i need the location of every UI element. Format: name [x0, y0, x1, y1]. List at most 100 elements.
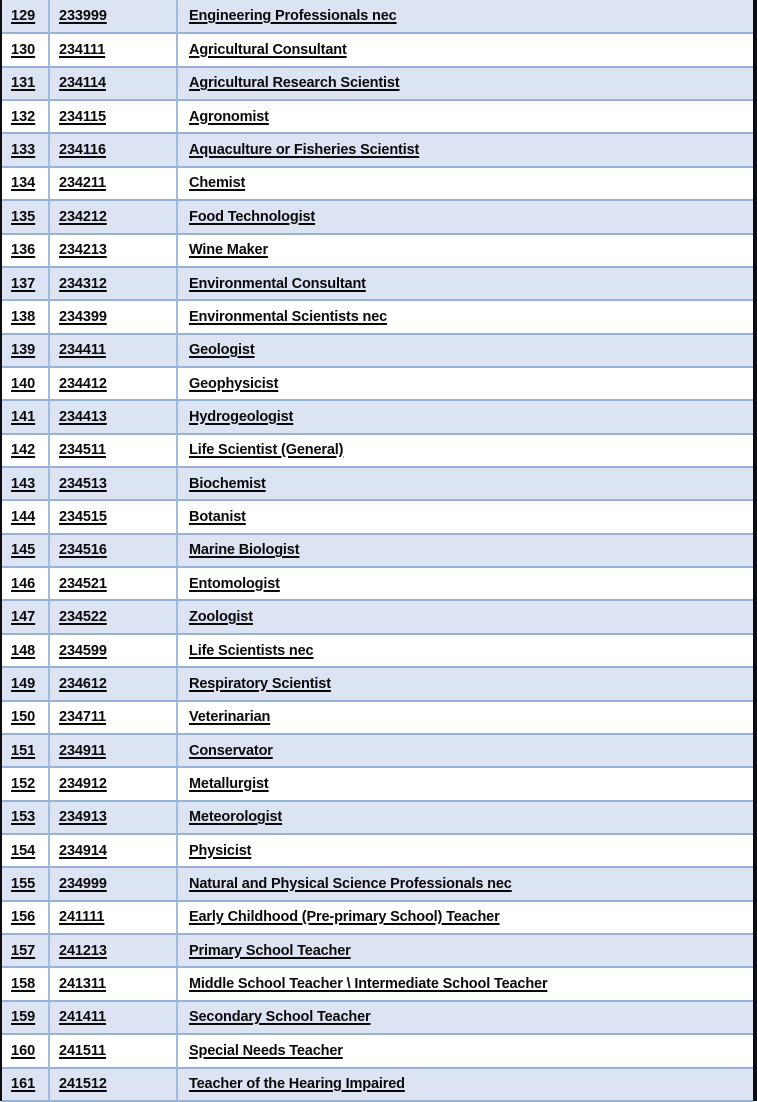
occupation-title-link[interactable]: Meteorologist	[189, 809, 282, 825]
occupation-title-link[interactable]: Agronomist	[189, 109, 269, 125]
occupation-code-link[interactable]: 234114	[59, 75, 106, 91]
occupation-code-cell[interactable]: 234522	[49, 600, 178, 635]
table-row[interactable]: 152 234912 Metallurgist	[2, 767, 753, 802]
occupation-title-cell[interactable]: Environmental Scientists nec	[177, 300, 753, 335]
row-index-cell[interactable]: 140	[2, 366, 50, 402]
occupation-title-cell[interactable]: Life Scientists nec	[177, 633, 753, 669]
table-row[interactable]: 130 234111 Agricultural Consultant	[2, 33, 753, 68]
occupation-code-cell[interactable]: 234411	[49, 333, 178, 368]
occupation-title-link[interactable]: Engineering Professionals nec	[189, 8, 397, 24]
row-index-cell[interactable]: 147	[2, 600, 50, 635]
row-index-text[interactable]: 148	[11, 643, 35, 659]
row-index-cell[interactable]: 144	[2, 500, 50, 535]
table-row[interactable]: 144 234515 Botanist	[2, 500, 753, 535]
row-index-text[interactable]: 161	[11, 1076, 35, 1092]
occupation-title-cell[interactable]: Wine Maker	[177, 233, 753, 268]
table-row[interactable]: 151 234911 Conservator	[2, 733, 753, 769]
table-row[interactable]: 155 234999 Natural and Physical Science Pr…	[2, 867, 753, 902]
table-row[interactable]: 149 234612 Respiratory Scientist	[2, 667, 753, 702]
row-index-text[interactable]: 139	[11, 342, 35, 358]
occupation-title-link[interactable]: Zoologist	[189, 609, 253, 625]
occupation-title-cell[interactable]: Chemist	[177, 166, 753, 202]
occupation-title-cell[interactable]: Biochemist	[177, 467, 753, 502]
row-index-text[interactable]: 135	[11, 209, 35, 225]
occupation-code-link[interactable]: 234511	[59, 442, 106, 458]
table-row[interactable]: 131 234114 Agricultural Research Scientist	[2, 66, 753, 102]
occupation-code-link[interactable]: 241511	[59, 1043, 106, 1059]
row-index-text[interactable]: 149	[11, 676, 35, 692]
row-index-text[interactable]: 145	[11, 542, 35, 558]
occupation-title-cell[interactable]: Botanist	[177, 500, 753, 535]
row-index-cell[interactable]: 151	[2, 733, 50, 769]
occupation-code-cell[interactable]: 234521	[49, 567, 178, 602]
row-index-cell[interactable]: 157	[2, 934, 50, 969]
table-row[interactable]: 132 234115 Agronomist	[2, 100, 753, 135]
row-index-text[interactable]: 151	[11, 743, 35, 759]
table-row[interactable]: 154 234914 Physicist	[2, 833, 753, 869]
row-index-text[interactable]: 133	[11, 142, 35, 158]
row-index-cell[interactable]: 132	[2, 100, 50, 135]
row-index-cell[interactable]: 155	[2, 867, 50, 902]
row-index-cell[interactable]: 152	[2, 767, 50, 802]
row-index-cell[interactable]: 131	[2, 66, 50, 102]
occupation-title-link[interactable]: Veterinarian	[189, 709, 270, 725]
table-row[interactable]: 150 234711 Veterinarian	[2, 700, 753, 735]
occupation-code-cell[interactable]: 241512	[49, 1067, 178, 1102]
occupation-code-cell[interactable]: 234612	[49, 667, 178, 702]
row-index-text[interactable]: 158	[11, 976, 35, 992]
row-index-text[interactable]: 132	[11, 109, 35, 125]
row-index-cell[interactable]: 153	[2, 800, 50, 835]
occupation-code-link[interactable]: 234116	[59, 142, 106, 158]
table-row[interactable]: 158 241311 Middle School Teacher \ Interme…	[2, 967, 753, 1002]
occupation-code-link[interactable]: 241512	[59, 1076, 107, 1092]
occupation-title-cell[interactable]: Secondary School Teacher	[177, 1000, 753, 1036]
occupation-title-link[interactable]: Physicist	[189, 843, 251, 859]
occupation-code-link[interactable]: 234521	[59, 576, 107, 592]
occupation-code-cell[interactable]: 233999	[49, 0, 178, 35]
occupation-title-cell[interactable]: Early Childhood (Pre-primary School) Tea…	[177, 900, 753, 936]
occupation-title-link[interactable]: Geologist	[189, 342, 255, 358]
table-row[interactable]: 159 241411 Secondary School Teacher	[2, 1000, 753, 1036]
row-index-text[interactable]: 138	[11, 309, 35, 325]
row-index-cell[interactable]: 146	[2, 567, 50, 602]
occupation-code-link[interactable]: 234599	[59, 643, 107, 659]
row-index-text[interactable]: 159	[11, 1009, 35, 1025]
occupation-code-link[interactable]: 234513	[59, 476, 107, 492]
occupation-title-cell[interactable]: Marine Biologist	[177, 533, 753, 569]
table-row[interactable]: 161 241512 Teacher of the Hearing Impaired	[2, 1067, 753, 1102]
occupation-code-link[interactable]: 234914	[59, 843, 107, 859]
occupation-title-cell[interactable]: Primary School Teacher	[177, 934, 753, 969]
occupation-code-link[interactable]: 234413	[59, 409, 107, 425]
occupation-title-link[interactable]: Conservator	[189, 743, 273, 759]
occupation-code-link[interactable]: 234213	[59, 242, 107, 258]
occupation-code-cell[interactable]: 241411	[49, 1000, 178, 1036]
occupation-code-cell[interactable]: 234211	[49, 166, 178, 202]
occupation-code-link[interactable]: 234212	[59, 209, 107, 225]
occupation-title-cell[interactable]: Physicist	[177, 833, 753, 869]
occupation-title-link[interactable]: Life Scientist (General)	[189, 442, 343, 458]
row-index-cell[interactable]: 137	[2, 266, 50, 302]
occupation-title-link[interactable]: Chemist	[189, 175, 245, 191]
occupation-title-link[interactable]: Early Childhood (Pre-primary School) Tea…	[189, 909, 500, 925]
row-index-text[interactable]: 142	[11, 442, 35, 458]
occupation-title-link[interactable]: Life Scientists nec	[189, 643, 314, 659]
row-index-cell[interactable]: 135	[2, 200, 50, 235]
occupation-title-link[interactable]: Geophysicist	[189, 376, 278, 392]
row-index-cell[interactable]: 150	[2, 700, 50, 735]
occupation-title-link[interactable]: Entomologist	[189, 576, 280, 592]
table-row[interactable]: 137 234312 Environmental Consultant	[2, 266, 753, 302]
occupation-code-link[interactable]: 234999	[59, 876, 107, 892]
occupation-title-cell[interactable]: Environmental Consultant	[177, 266, 753, 302]
occupation-title-link[interactable]: Botanist	[189, 509, 246, 525]
row-index-text[interactable]: 156	[11, 909, 35, 925]
row-index-text[interactable]: 136	[11, 242, 35, 258]
row-index-cell[interactable]: 154	[2, 833, 50, 869]
occupation-code-cell[interactable]: 234116	[49, 133, 178, 168]
occupation-code-link[interactable]: 234912	[59, 776, 107, 792]
row-index-cell[interactable]: 142	[2, 433, 50, 469]
occupation-title-cell[interactable]: Agricultural Research Scientist	[177, 66, 753, 102]
occupation-title-link[interactable]: Aquaculture or Fisheries Scientist	[189, 142, 419, 158]
occupation-code-cell[interactable]: 234399	[49, 300, 178, 335]
occupation-code-cell[interactable]: 234111	[49, 33, 178, 68]
occupation-code-link[interactable]: 234522	[59, 609, 107, 625]
